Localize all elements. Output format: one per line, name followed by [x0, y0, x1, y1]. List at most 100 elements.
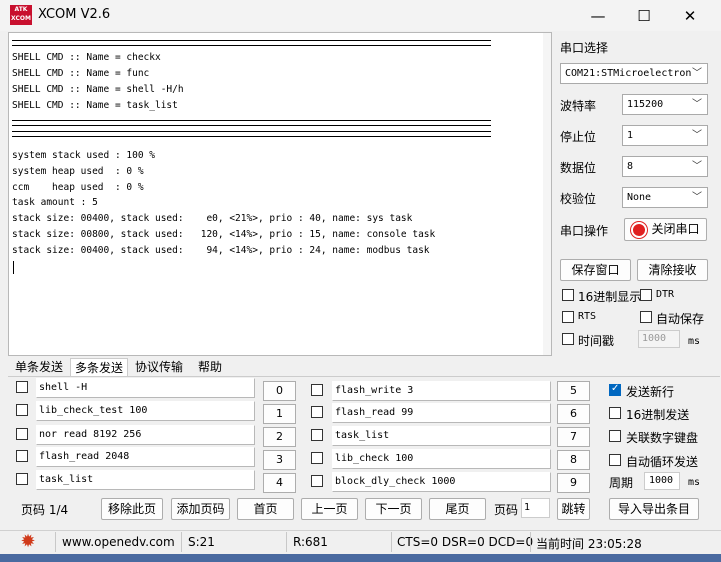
send-row-checkbox[interactable]	[16, 473, 28, 485]
line-status: CTS=0 DSR=0 DCD=0	[397, 535, 534, 549]
send-row-checkbox[interactable]	[16, 428, 28, 440]
terminal-line: SHELL CMD :: Name = shell -H/h	[12, 84, 184, 95]
baud-label: 波特率	[560, 99, 597, 113]
minimize-button[interactable]: —	[575, 0, 621, 31]
parity-value: None	[627, 192, 652, 203]
jump-button[interactable]: 跳转	[557, 498, 590, 520]
current-time: 当前时间 23:05:28	[536, 537, 642, 551]
send-row-input[interactable]: task_list	[332, 426, 551, 446]
timestamp-unit: ms	[688, 336, 701, 347]
receive-terminal[interactable]: SHELL CMD :: Name = checkx SHELL CMD :: …	[8, 32, 552, 356]
timestamp-interval-input[interactable]: 1000	[638, 330, 680, 348]
send-row-button[interactable]: 2	[263, 427, 296, 447]
send-row-checkbox[interactable]	[16, 450, 28, 462]
next-page-button[interactable]: 下一页	[365, 498, 422, 520]
send-row-checkbox[interactable]	[16, 381, 28, 393]
terminal-line: ccm heap used : 0 %	[12, 182, 144, 193]
auto-save-label: 自动保存	[656, 312, 705, 326]
port-select-value: COM21:STMicroelectron	[565, 68, 692, 79]
send-row-button[interactable]: 7	[557, 427, 590, 447]
dtr-label: DTR	[656, 289, 675, 300]
close-port-button[interactable]: 关闭串口	[624, 218, 707, 241]
send-row-button[interactable]: 3	[263, 450, 296, 470]
tab-help[interactable]: 帮助	[190, 358, 230, 376]
tab-single-send[interactable]: 单条发送	[10, 358, 68, 376]
hex-display-checkbox[interactable]	[562, 289, 574, 301]
baud-select[interactable]: 115200 ﹀	[622, 94, 708, 115]
maximize-button[interactable]: ☐	[621, 0, 667, 31]
import-export-button[interactable]: 导入导出条目	[609, 498, 699, 520]
send-row-checkbox[interactable]	[311, 452, 323, 464]
send-row-button[interactable]: 1	[263, 404, 296, 424]
timestamp-label: 时间戳	[578, 334, 615, 348]
tab-protocol[interactable]: 协议传输	[130, 358, 188, 376]
auto-loop-label: 自动循环发送	[626, 455, 699, 469]
gear-icon[interactable]: ✹	[17, 532, 39, 552]
auto-save-checkbox[interactable]	[640, 311, 652, 323]
terminal-line: SHELL CMD :: Name = task_list	[12, 100, 178, 111]
rts-checkbox[interactable]	[562, 311, 574, 323]
link-keypad-checkbox[interactable]	[609, 430, 621, 442]
goto-page-input[interactable]: 1	[521, 498, 550, 518]
send-row-checkbox[interactable]	[311, 384, 323, 396]
recv-count: R:681	[293, 535, 328, 549]
send-row-input[interactable]: block_dly_check 1000	[332, 472, 551, 492]
send-row-button[interactable]: 4	[263, 473, 296, 493]
send-newline-checkbox[interactable]	[609, 383, 621, 396]
auto-loop-checkbox[interactable]	[609, 454, 621, 466]
status-separator	[530, 532, 531, 552]
send-row-input[interactable]: shell -H	[36, 378, 255, 398]
period-label: 周期	[609, 476, 634, 490]
last-page-button[interactable]: 尾页	[429, 498, 486, 520]
send-row-button[interactable]: 0	[263, 381, 296, 401]
website-link[interactable]: www.openedv.com	[62, 535, 175, 549]
send-row-button[interactable]: 9	[557, 473, 590, 493]
send-row-input[interactable]: flash_write 3	[332, 381, 551, 401]
send-row-input[interactable]: lib_check_test 100	[36, 401, 255, 421]
send-row-checkbox[interactable]	[311, 406, 323, 418]
terminal-scrollbar[interactable]	[543, 33, 551, 355]
page-indicator: 页码 1/4	[21, 503, 69, 517]
send-row-input[interactable]: flash_read 2048	[36, 447, 255, 467]
period-unit: ms	[688, 477, 701, 488]
terminal-line: stack size: 00400, stack used: e0, <21%>…	[12, 213, 413, 224]
terminal-line: SHELL CMD :: Name = func	[12, 68, 150, 79]
send-row-input[interactable]: nor read 8192 256	[36, 425, 255, 445]
tab-multi-send[interactable]: 多条发送	[70, 358, 128, 376]
send-row-input[interactable]: task_list	[36, 470, 255, 490]
dtr-checkbox[interactable]	[640, 289, 652, 301]
hex-send-label: 16进制发送	[626, 408, 690, 422]
timestamp-checkbox[interactable]	[562, 333, 574, 345]
send-row-button[interactable]: 6	[557, 404, 590, 424]
port-op-label: 串口操作	[560, 224, 609, 238]
hex-send-checkbox[interactable]	[609, 407, 621, 419]
send-row-checkbox[interactable]	[16, 404, 28, 416]
send-row-input[interactable]: lib_check 100	[332, 449, 551, 469]
status-separator	[286, 532, 287, 552]
send-row-button[interactable]: 8	[557, 450, 590, 470]
close-window-button[interactable]: ✕	[667, 0, 713, 31]
goto-page-label: 页码	[494, 503, 519, 517]
chevron-down-icon: ﹀	[692, 68, 702, 79]
send-row-checkbox[interactable]	[311, 429, 323, 441]
parity-label: 校验位	[560, 192, 597, 206]
link-keypad-label: 关联数字键盘	[626, 431, 699, 445]
send-row-button[interactable]: 5	[557, 381, 590, 401]
add-page-button[interactable]: 添加页码	[171, 498, 230, 520]
port-select[interactable]: COM21:STMicroelectron ﹀	[560, 63, 708, 84]
separator-line	[12, 131, 491, 137]
send-row-checkbox[interactable]	[311, 475, 323, 487]
app-logo-icon: ATK XCOM	[10, 5, 32, 25]
chevron-down-icon: ﹀	[692, 192, 702, 203]
prev-page-button[interactable]: 上一页	[301, 498, 358, 520]
clear-receive-button[interactable]: 清除接收	[637, 259, 708, 281]
status-separator	[391, 532, 392, 552]
first-page-button[interactable]: 首页	[237, 498, 294, 520]
parity-select[interactable]: None ﹀	[622, 187, 708, 208]
stopbit-select[interactable]: 1 ﹀	[622, 125, 708, 146]
remove-page-button[interactable]: 移除此页	[101, 498, 163, 520]
send-row-input[interactable]: flash_read 99	[332, 403, 551, 423]
databit-select[interactable]: 8 ﹀	[622, 156, 708, 177]
period-input[interactable]: 1000	[644, 472, 680, 490]
save-window-button[interactable]: 保存窗口	[560, 259, 631, 281]
